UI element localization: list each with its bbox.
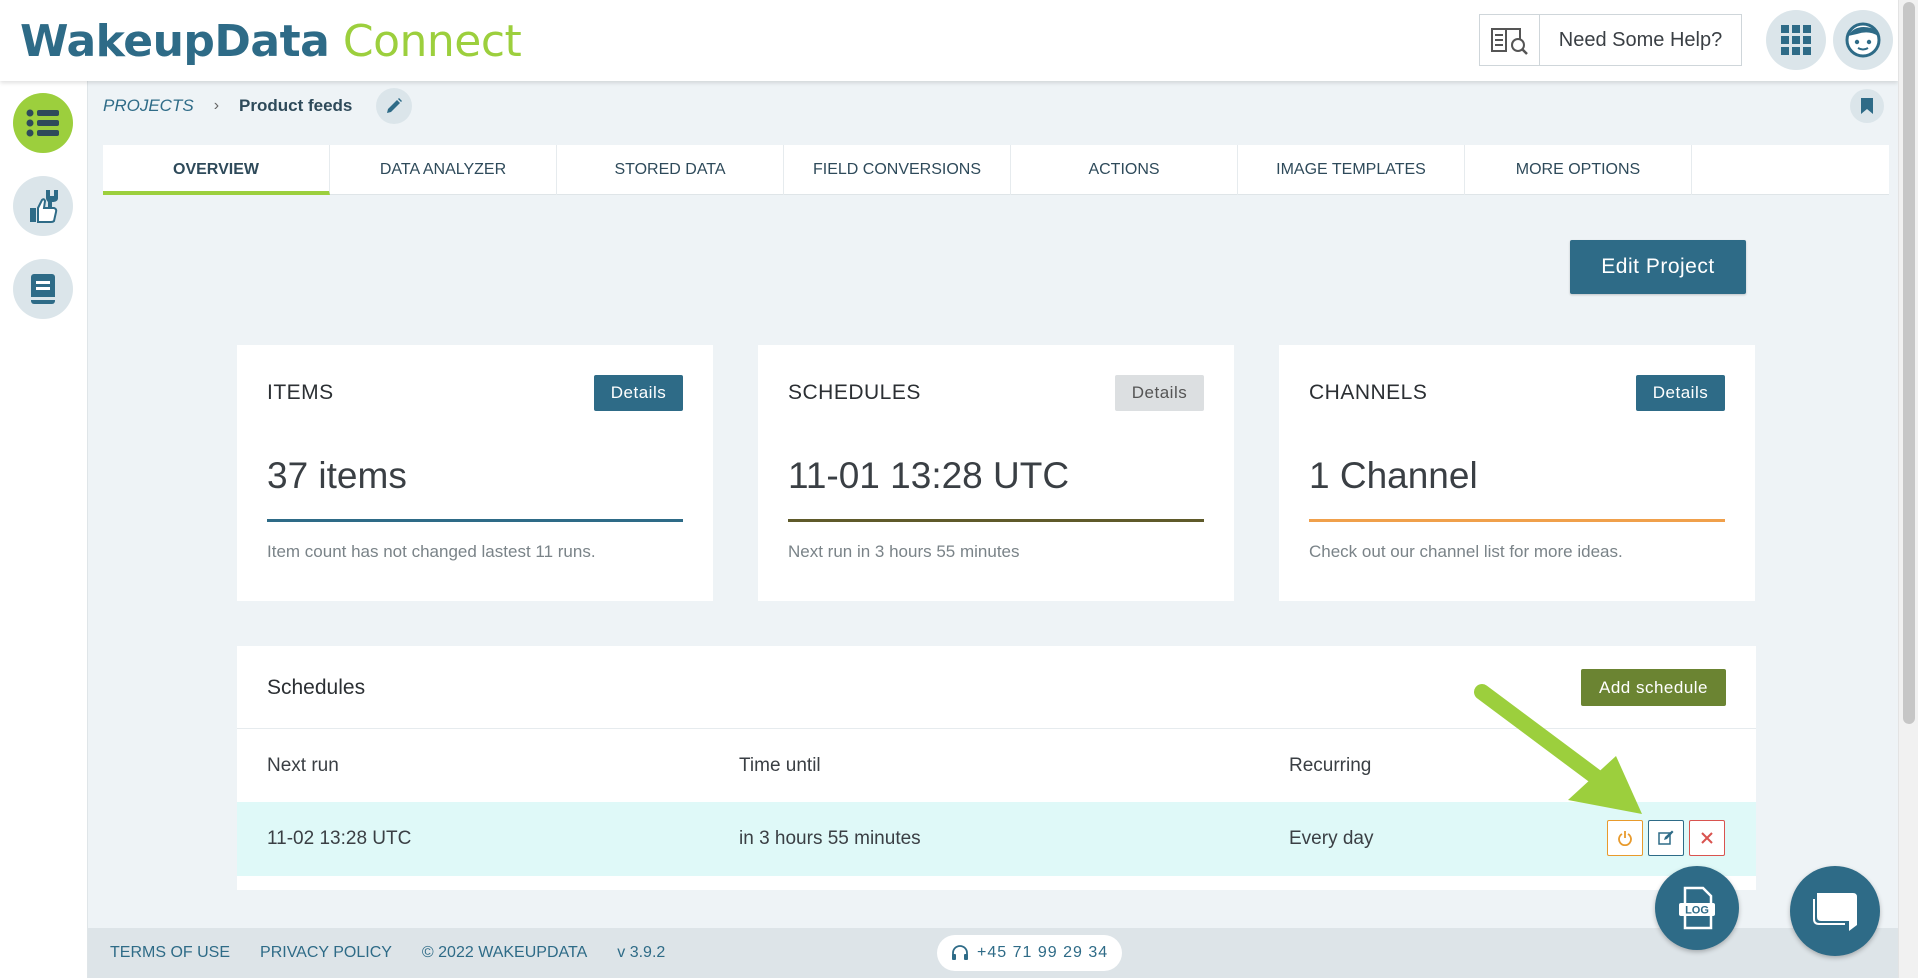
card-value: 11-01 13:28 UTC — [788, 455, 1070, 496]
card-title: ITEMS — [267, 381, 334, 404]
logo-connect: Connect — [342, 16, 522, 67]
apps-grid-button[interactable] — [1766, 10, 1826, 70]
schedules-card: SCHEDULES Details 11-01 13:28 UTC Next r… — [758, 345, 1234, 601]
cell-time-until: in 3 hours 55 minutes — [739, 828, 921, 849]
card-note: Check out our channel list for more idea… — [1309, 542, 1623, 561]
log-button[interactable]: LOG — [1655, 866, 1739, 950]
column-header-next-run: Next run — [267, 755, 339, 776]
tab-more-options[interactable]: MORE OPTIONS — [1465, 145, 1692, 195]
tab-actions[interactable]: ACTIONS — [1011, 145, 1238, 195]
annotation-arrow-icon — [1474, 684, 1642, 814]
list-icon — [26, 109, 59, 137]
pencil-icon — [387, 98, 403, 113]
tab-data-analyzer[interactable]: DATA ANALYZER — [330, 145, 557, 195]
version-text: v 3.9.2 — [617, 944, 666, 961]
card-value: 1 Channel — [1309, 455, 1478, 496]
chat-button[interactable] — [1790, 866, 1880, 956]
toggle-schedule-button[interactable] — [1607, 820, 1643, 856]
schedules-title: Schedules — [267, 676, 366, 699]
book-icon — [31, 274, 55, 304]
bookmark-icon — [1861, 98, 1873, 114]
items-details-button[interactable]: Details — [594, 375, 683, 411]
tab-stored-data[interactable]: STORED DATA — [557, 145, 784, 195]
book-search-icon — [1480, 15, 1540, 65]
card-title: CHANNELS — [1309, 381, 1428, 404]
card-value: 37 items — [267, 455, 407, 496]
logo[interactable]: WakeupData Connect — [20, 16, 522, 67]
card-note: Next run in 3 hours 55 minutes — [788, 542, 1020, 561]
card-rule — [1309, 519, 1725, 522]
cell-recurring: Every day — [1289, 828, 1374, 849]
phone-link[interactable]: +45 71 99 29 34 — [937, 935, 1123, 971]
column-header-time-until: Time until — [739, 755, 821, 776]
page-scrollbar[interactable] — [1898, 0, 1918, 978]
help-button[interactable]: Need Some Help? — [1479, 14, 1742, 66]
schedules-details-button[interactable]: Details — [1115, 375, 1204, 411]
left-rail — [0, 81, 88, 978]
top-header: WakeupData Connect Need Some Help? — [0, 0, 1898, 81]
headset-icon — [952, 945, 968, 960]
rail-projects-button[interactable] — [13, 93, 73, 153]
breadcrumb-current: Product feeds — [239, 96, 353, 115]
card-rule — [788, 519, 1204, 522]
rail-docs-button[interactable] — [13, 259, 73, 319]
footer: TERMS OF USE PRIVACY POLICY © 2022 WAKEU… — [88, 928, 1898, 978]
scrollbar-thumb[interactable] — [1903, 2, 1915, 724]
column-header-recurring: Recurring — [1289, 755, 1372, 776]
bookmark-button[interactable] — [1850, 89, 1884, 123]
tab-field-conversions[interactable]: FIELD CONVERSIONS — [784, 145, 1011, 195]
card-title: SCHEDULES — [788, 381, 921, 404]
copyright-text: © 2022 WAKEUPDATA — [421, 944, 588, 961]
tab-overview[interactable]: OVERVIEW — [103, 145, 330, 195]
card-rule — [267, 519, 683, 522]
edit-schedule-button[interactable] — [1648, 820, 1684, 856]
terms-link[interactable]: TERMS OF USE — [110, 944, 230, 962]
breadcrumb: PROJECTS › Product feeds — [88, 81, 1898, 131]
breadcrumb-projects-link[interactable]: PROJECTS — [103, 96, 194, 116]
power-icon — [1618, 831, 1632, 846]
help-label: Need Some Help? — [1558, 28, 1723, 51]
tab-bar: OVERVIEW DATA ANALYZER STORED DATA FIELD… — [103, 145, 1889, 195]
user-avatar-button[interactable] — [1833, 10, 1893, 70]
delete-schedule-button[interactable] — [1689, 820, 1725, 856]
cell-next-run: 11-02 13:28 UTC — [267, 828, 412, 849]
card-note: Item count has not changed lastest 11 ru… — [267, 542, 596, 561]
close-icon — [1701, 832, 1713, 844]
log-file-icon: LOG — [1679, 886, 1715, 930]
rail-tools-button[interactable] — [13, 176, 73, 236]
channels-card: CHANNELS Details 1 Channel Check out our… — [1279, 345, 1755, 601]
logo-wakeupdata: WakeupData — [20, 16, 330, 67]
face-icon — [1845, 22, 1881, 58]
chevron-right-icon: › — [213, 97, 220, 114]
items-card: ITEMS Details 37 items Item count has no… — [237, 345, 713, 601]
phone-number: +45 71 99 29 34 — [977, 944, 1109, 961]
grid-icon — [1781, 25, 1811, 55]
edit-project-button[interactable]: Edit Project — [1570, 240, 1746, 294]
channels-details-button[interactable]: Details — [1636, 375, 1725, 411]
tab-image-templates[interactable]: IMAGE TEMPLATES — [1238, 145, 1465, 195]
edit-icon — [1658, 830, 1674, 845]
privacy-link[interactable]: PRIVACY POLICY — [260, 944, 392, 962]
svg-text:LOG: LOG — [1685, 905, 1709, 917]
edit-project-name-button[interactable] — [376, 88, 413, 124]
tools-thumb-icon — [30, 190, 58, 223]
chat-icon — [1813, 893, 1857, 931]
